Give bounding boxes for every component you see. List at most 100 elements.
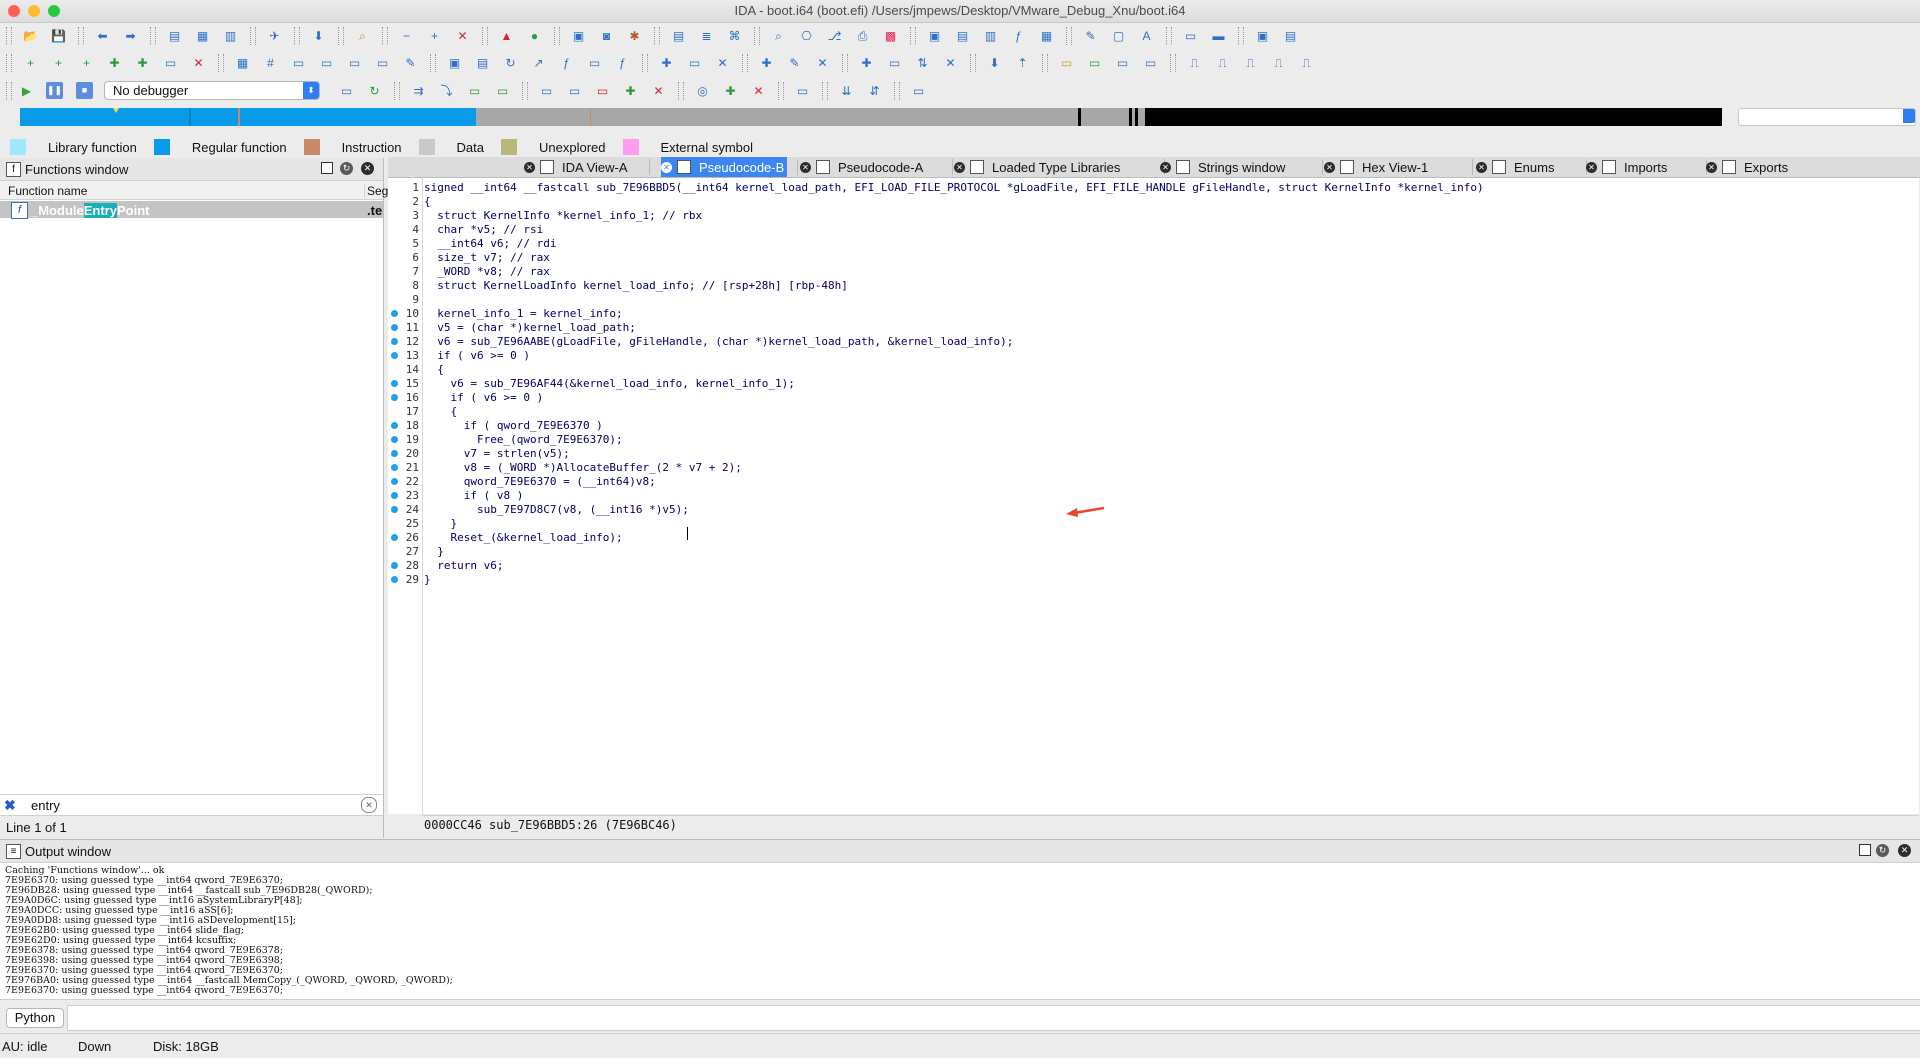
close-tab-icon[interactable]: ✕ xyxy=(1476,161,1487,173)
pen-icon[interactable]: ✎ xyxy=(1082,28,1099,45)
w6-icon[interactable]: ▭ xyxy=(1182,28,1199,45)
c2-icon[interactable]: ▤ xyxy=(474,55,491,72)
code-line[interactable]: if ( v6 >= 0 ) xyxy=(424,349,530,362)
green-circle-icon[interactable]: ● xyxy=(526,28,543,45)
f3-icon[interactable]: ⇅ xyxy=(914,55,931,72)
open-icon[interactable]: 📂 xyxy=(22,28,39,45)
breakpoint-marker-icon[interactable] xyxy=(391,310,398,317)
a2-icon[interactable]: + xyxy=(50,55,67,72)
a3-icon[interactable]: + xyxy=(78,55,95,72)
code-line[interactable]: sub_7E97D8C7(v8, (__int16 *)v5); xyxy=(424,503,689,516)
tab-pseudocode-a[interactable]: ✕ Pseudocode-A xyxy=(800,157,942,177)
s12-icon[interactable]: ◎ xyxy=(694,83,711,100)
a1-icon[interactable]: + xyxy=(22,55,39,72)
tab-hex-view-1[interactable]: ✕ Hex View-1 xyxy=(1324,157,1462,177)
enum-icon[interactable]: ▥ xyxy=(222,28,239,45)
down-arrow-icon[interactable]: ⬇ xyxy=(310,28,327,45)
view2-icon[interactable]: ◙ xyxy=(598,28,615,45)
s4-icon[interactable]: ⤵ xyxy=(438,83,455,100)
tab-enums[interactable]: ✕ Enums xyxy=(1476,157,1576,177)
breakpoint-marker-icon[interactable] xyxy=(391,492,398,499)
tab-pseudocode-b[interactable]: ✕ Pseudocode-B xyxy=(661,157,787,177)
i1-icon[interactable]: ⎍ xyxy=(1186,55,1203,72)
navigation-combo[interactable] xyxy=(1738,108,1916,126)
bug-icon[interactable]: ✱ xyxy=(626,28,643,45)
close-search-icon[interactable]: ✖ xyxy=(4,797,16,814)
restore-panel-icon[interactable]: ↻ xyxy=(340,162,353,175)
s13-icon[interactable]: ✚ xyxy=(722,83,739,100)
color-icon[interactable]: ▩ xyxy=(882,28,899,45)
w2-icon[interactable]: ▤ xyxy=(954,28,971,45)
code-line[interactable]: if ( v6 >= 0 ) xyxy=(424,391,543,404)
s10-icon[interactable]: ✚ xyxy=(622,83,639,100)
s3-icon[interactable]: ⇉ xyxy=(410,83,427,100)
close-tab-icon[interactable]: ✕ xyxy=(1586,161,1597,173)
start-process-icon[interactable]: ▶ xyxy=(18,82,35,99)
tab-ida-view-a[interactable]: ✕ IDA View-A xyxy=(524,157,639,177)
clear-search-icon[interactable]: ✕ xyxy=(361,797,377,813)
code-line[interactable]: _WORD *v8; // rax xyxy=(424,265,550,278)
column-function-name[interactable]: Function name xyxy=(8,184,87,198)
tab-exports[interactable]: ✕ Exports xyxy=(1706,157,1828,177)
g2-icon[interactable]: ⇡ xyxy=(1014,55,1031,72)
s9-icon[interactable]: ▭ xyxy=(594,83,611,100)
code-line[interactable]: { xyxy=(424,195,431,208)
breakpoint-marker-icon[interactable] xyxy=(391,338,398,345)
breakpoint-marker-icon[interactable] xyxy=(391,436,398,443)
func-f-icon[interactable]: ƒ xyxy=(1010,28,1027,45)
jump-icon[interactable]: ✈ xyxy=(266,28,283,45)
pause-process-icon[interactable]: ❚❚ xyxy=(46,82,63,99)
tree-icon[interactable]: ⌘ xyxy=(726,28,743,45)
g1-icon[interactable]: ⬇ xyxy=(986,55,1003,72)
b3-icon[interactable]: ▭ xyxy=(318,55,335,72)
d3-icon[interactable]: ✕ xyxy=(714,55,731,72)
back-icon[interactable]: ⬅ xyxy=(94,28,111,45)
code-line[interactable]: struct KernelLoadInfo kernel_load_info; … xyxy=(424,279,848,292)
breakpoint-marker-icon[interactable] xyxy=(391,464,398,471)
c1-icon[interactable]: ▣ xyxy=(446,55,463,72)
function-row[interactable]: f _ModuleEntryPoint .te xyxy=(0,201,383,219)
code-line[interactable]: { xyxy=(424,405,457,418)
f2-icon[interactable]: ▭ xyxy=(886,55,903,72)
code-line[interactable]: size_t v7; // rax xyxy=(424,251,550,264)
b4-icon[interactable]: ▭ xyxy=(346,55,363,72)
code-line[interactable]: } xyxy=(424,545,444,558)
w5-icon[interactable]: ▢ xyxy=(1110,28,1127,45)
breakpoint-marker-icon[interactable] xyxy=(391,478,398,485)
tab-loaded-type-libraries[interactable]: ✕ Loaded Type Libraries xyxy=(954,157,1154,177)
minus-icon[interactable]: − xyxy=(398,28,415,45)
h2-icon[interactable]: ▭ xyxy=(1086,55,1103,72)
list-icon[interactable]: ≣ xyxy=(698,28,715,45)
breakpoint-marker-icon[interactable] xyxy=(391,324,398,331)
code-line[interactable]: kernel_info_1 = kernel_info; xyxy=(424,307,622,320)
close-panel-icon[interactable]: ✕ xyxy=(1898,844,1911,857)
s1-icon[interactable]: ▭ xyxy=(338,83,355,100)
debugger-select[interactable]: No debugger ⬍ xyxy=(104,81,320,100)
a6-icon[interactable]: ▭ xyxy=(162,55,179,72)
flow-icon[interactable]: ⎇ xyxy=(826,28,843,45)
close-tab-icon[interactable]: ✕ xyxy=(661,161,672,173)
close-tab-icon[interactable]: ✕ xyxy=(954,161,965,173)
d2-icon[interactable]: ▭ xyxy=(686,55,703,72)
s8-icon[interactable]: ▭ xyxy=(566,83,583,100)
breakpoint-marker-icon[interactable] xyxy=(391,422,398,429)
s6-icon[interactable]: ▭ xyxy=(494,83,511,100)
close-tab-icon[interactable]: ✕ xyxy=(1324,161,1335,173)
s17-icon[interactable]: ⇵ xyxy=(866,83,883,100)
w4-icon[interactable]: ▦ xyxy=(1038,28,1055,45)
w7-icon[interactable]: ▬ xyxy=(1210,28,1227,45)
f1-icon[interactable]: ✚ xyxy=(858,55,875,72)
code-line[interactable]: __int64 v6; // rdi xyxy=(424,237,556,250)
e2-icon[interactable]: ✎ xyxy=(786,55,803,72)
function-search-input[interactable]: entry xyxy=(31,798,60,813)
struct-icon[interactable]: ▦ xyxy=(194,28,211,45)
f4-icon[interactable]: ✕ xyxy=(942,55,959,72)
view1-icon[interactable]: ▣ xyxy=(570,28,587,45)
plus-icon[interactable]: + xyxy=(426,28,443,45)
tab-strings-window[interactable]: ✕ Strings window xyxy=(1160,157,1312,177)
code-line[interactable]: signed __int64 __fastcall sub_7E96BBD5(_… xyxy=(424,181,1484,194)
warn-icon[interactable]: ▲ xyxy=(498,28,515,45)
a4-icon[interactable]: ✚ xyxy=(106,55,123,72)
close-tab-icon[interactable]: ✕ xyxy=(524,161,535,173)
i5-icon[interactable]: ⎍ xyxy=(1298,55,1315,72)
